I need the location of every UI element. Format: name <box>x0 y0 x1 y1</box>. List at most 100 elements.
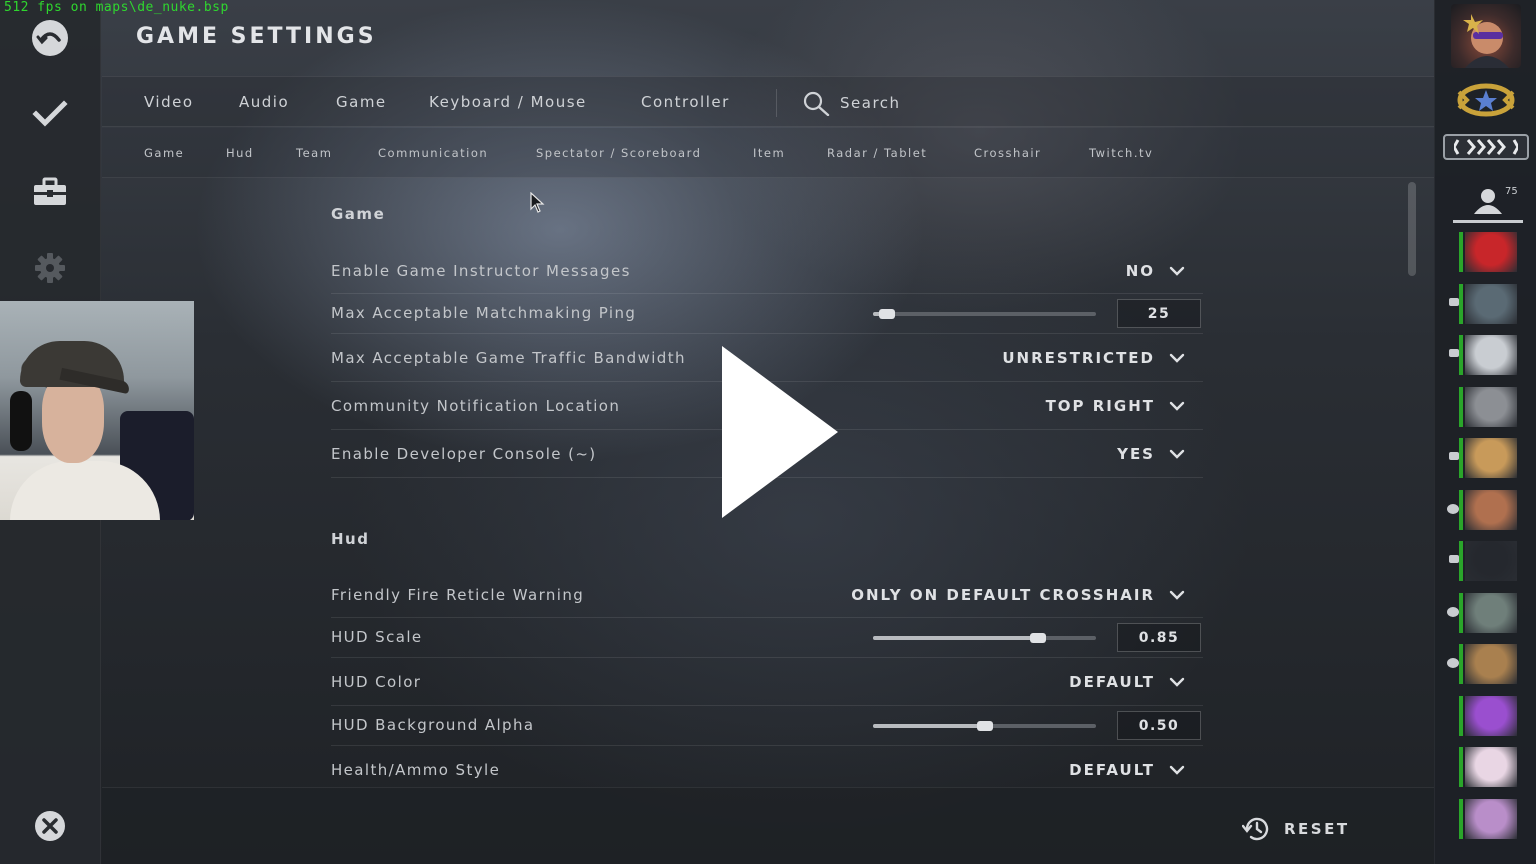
play-icon[interactable] <box>720 344 840 520</box>
dropdown-game-instructor[interactable]: NO <box>1126 262 1185 280</box>
person-icon <box>1474 189 1502 214</box>
friend-avatar-image <box>1465 232 1517 272</box>
setting-label: HUD Color <box>331 673 422 691</box>
accept-button[interactable] <box>30 94 70 134</box>
subtab-team[interactable]: Team <box>296 146 332 160</box>
back-button[interactable] <box>30 18 70 58</box>
eye-icon <box>1447 606 1459 617</box>
setting-row-game-instructor: Enable Game Instructor Messages NO <box>331 254 1203 294</box>
friend-avatar-image <box>1465 592 1517 633</box>
gear-icon <box>35 253 65 283</box>
subtab-hud[interactable]: Hud <box>226 146 254 160</box>
friend-avatar[interactable] <box>1447 644 1517 684</box>
dropdown-developer-console[interactable]: YES <box>1117 445 1185 463</box>
scrollbar-thumb[interactable] <box>1408 182 1416 276</box>
dropdown-friendly-fire-reticle[interactable]: ONLY ON DEFAULT CROSSHAIR <box>851 586 1185 604</box>
search-button[interactable]: Search <box>802 90 901 116</box>
controller-icon <box>1449 297 1459 306</box>
setting-row-hud-background-alpha: HUD Background Alpha 0.50 <box>331 706 1203 746</box>
friend-avatar[interactable] <box>1459 232 1517 272</box>
inventory-button[interactable] <box>30 172 70 212</box>
friend-avatar[interactable] <box>1459 695 1517 736</box>
value-input-matchmaking-ping[interactable]: 25 <box>1117 299 1201 328</box>
setting-label: Community Notification Location <box>331 397 621 415</box>
slider-thumb[interactable] <box>1030 633 1046 643</box>
slider-hud-background-alpha[interactable] <box>873 721 1096 731</box>
search-label: Search <box>840 94 901 112</box>
friend-avatar[interactable] <box>1447 489 1517 530</box>
setting-label: Max Acceptable Matchmaking Ping <box>331 304 637 322</box>
tab-controller[interactable]: Controller <box>641 93 730 111</box>
value-input-hud-background-alpha[interactable]: 0.50 <box>1117 711 1201 740</box>
setting-row-health-ammo-style: Health/Ammo Style DEFAULT <box>331 752 1203 788</box>
controller-icon <box>1449 349 1459 357</box>
chevron-down-icon <box>1169 266 1185 276</box>
dropdown-health-ammo-style[interactable]: DEFAULT <box>1069 761 1185 779</box>
tab-video[interactable]: Video <box>144 93 194 111</box>
subtab-communication[interactable]: Communication <box>378 146 488 160</box>
dropdown-notification-location[interactable]: TOP RIGHT <box>1046 397 1185 415</box>
chevrons-right-icon <box>1454 139 1518 155</box>
friend-avatar-image <box>1465 386 1517 427</box>
setting-row-hud-color: HUD Color DEFAULT <box>331 664 1203 706</box>
subtab-twitch[interactable]: Twitch.tv <box>1089 146 1153 160</box>
tab-keyboard-mouse[interactable]: Keyboard / Mouse <box>429 93 587 111</box>
subtab-game[interactable]: Game <box>144 146 184 160</box>
friend-avatar-image <box>1465 335 1517 375</box>
friend-avatar[interactable] <box>1459 747 1517 787</box>
friend-avatar-image <box>1465 644 1517 684</box>
friend-avatar[interactable] <box>1449 283 1517 324</box>
friend-avatar[interactable] <box>1449 335 1517 375</box>
page-title: GAME SETTINGS <box>136 24 377 49</box>
slider-hud-scale[interactable] <box>873 633 1096 643</box>
slider-thumb[interactable] <box>977 721 993 731</box>
briefcase-icon <box>34 177 66 205</box>
dropdown-value: TOP RIGHT <box>1045 397 1155 415</box>
reset-button[interactable]: RESET <box>1242 816 1350 842</box>
dropdown-value: DEFAULT <box>1069 673 1155 691</box>
friend-avatar[interactable] <box>1449 541 1517 581</box>
dropdown-hud-color[interactable]: DEFAULT <box>1069 673 1185 691</box>
friend-avatar-image <box>1465 695 1517 736</box>
controller-icon <box>1449 452 1459 460</box>
friend-avatar-image <box>1465 747 1517 787</box>
eye-icon <box>1447 658 1459 668</box>
search-icon <box>803 91 830 116</box>
tab-game[interactable]: Game <box>336 93 387 111</box>
subtab-item[interactable]: Item <box>753 146 785 160</box>
slider-matchmaking-ping[interactable] <box>873 309 1096 319</box>
subtab-radar-tablet[interactable]: Radar / Tablet <box>827 146 927 160</box>
friend-avatar[interactable] <box>1459 386 1517 427</box>
friend-avatar-image <box>1465 798 1517 839</box>
friend-avatar-image <box>1465 541 1517 581</box>
settings-button[interactable] <box>30 248 70 288</box>
friends-tab[interactable]: 75 <box>1453 184 1523 224</box>
dropdown-value: UNRESTRICTED <box>1002 349 1155 367</box>
dropdown-traffic-bandwidth[interactable]: UNRESTRICTED <box>1002 349 1185 367</box>
friend-avatar[interactable] <box>1459 798 1517 839</box>
chevron-down-icon <box>1169 401 1185 411</box>
dropdown-value: NO <box>1125 262 1155 280</box>
right-social-rail: 75 <box>1434 0 1536 864</box>
sub-tab-bar: Game Hud Team Communication Spectator / … <box>102 128 1434 178</box>
setting-label: Enable Game Instructor Messages <box>331 262 631 280</box>
scrollbar[interactable] <box>1408 182 1416 782</box>
subtab-crosshair[interactable]: Crosshair <box>974 146 1041 160</box>
tab-audio[interactable]: Audio <box>239 93 289 111</box>
chevron-down-icon <box>1169 765 1185 775</box>
setting-label: HUD Background Alpha <box>331 716 535 734</box>
close-icon <box>35 811 65 841</box>
friend-avatar[interactable] <box>1447 592 1517 633</box>
slider-thumb[interactable] <box>879 309 895 319</box>
quit-button[interactable] <box>30 806 70 846</box>
eye-icon <box>1447 503 1459 514</box>
main-tab-bar: Video Audio Game Keyboard / Mouse Contro… <box>102 76 1434 127</box>
friend-avatar-image <box>1465 438 1517 478</box>
subtab-spectator-scoreboard[interactable]: Spectator / Scoreboard <box>536 146 701 160</box>
profile-avatar[interactable] <box>1451 4 1521 68</box>
friend-avatar-image <box>1465 489 1517 530</box>
controller-icon <box>1449 555 1459 563</box>
value-input-hud-scale[interactable]: 0.85 <box>1117 623 1201 652</box>
friend-avatar[interactable] <box>1449 438 1517 478</box>
footer-bar: RESET <box>102 787 1434 864</box>
